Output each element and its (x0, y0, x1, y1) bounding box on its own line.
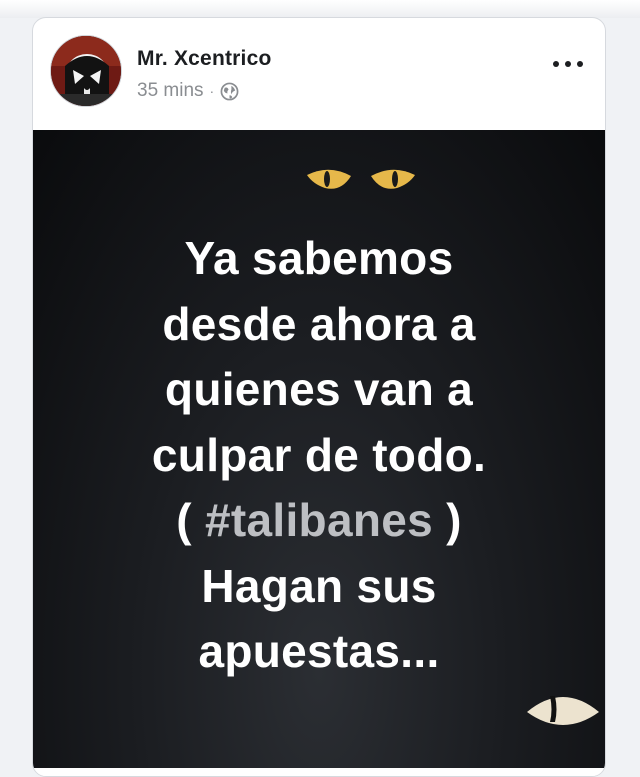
post-text-line: Hagan sus (201, 559, 437, 612)
more-dots-icon[interactable] (553, 54, 583, 74)
post-text-line: apuestas... (198, 625, 440, 677)
more-dot (577, 61, 583, 67)
avatar[interactable] (50, 35, 122, 107)
more-dot (565, 61, 571, 67)
cat-eyes-icon (307, 169, 415, 189)
paren-close: ) (433, 494, 462, 546)
post-timestamp[interactable]: 35 mins (137, 80, 204, 102)
cat-eye-icon (527, 696, 599, 725)
hashtag-link[interactable]: #talibanes (205, 494, 433, 546)
post-meta: 35 mins · (137, 80, 239, 102)
more-dot (553, 61, 559, 67)
post-text-line: culpar de todo. (151, 428, 487, 481)
post-header: Mr. Xcentrico 35 mins · (33, 18, 605, 130)
paren-open: ( (176, 494, 205, 546)
post-text-line-hashtag: ( #talibanes ) (33, 488, 605, 554)
post-text-line: Ya sabemos (184, 232, 454, 284)
post-card: Mr. Xcentrico 35 mins · Ya sabemos desde… (32, 17, 606, 777)
page-top-bar (0, 0, 640, 18)
author-name[interactable]: Mr. Xcentrico (137, 47, 271, 71)
post-text: Ya sabemos desde ahora a quienes van a c… (33, 226, 605, 685)
globe-icon (220, 82, 239, 101)
meta-separator: · (209, 83, 215, 99)
post-footer-strip (33, 768, 605, 776)
post-image[interactable]: Ya sabemos desde ahora a quienes van a c… (33, 130, 605, 768)
post-text-line: quienes van a (164, 363, 474, 415)
post-text-line: desde ahora a (162, 297, 476, 350)
